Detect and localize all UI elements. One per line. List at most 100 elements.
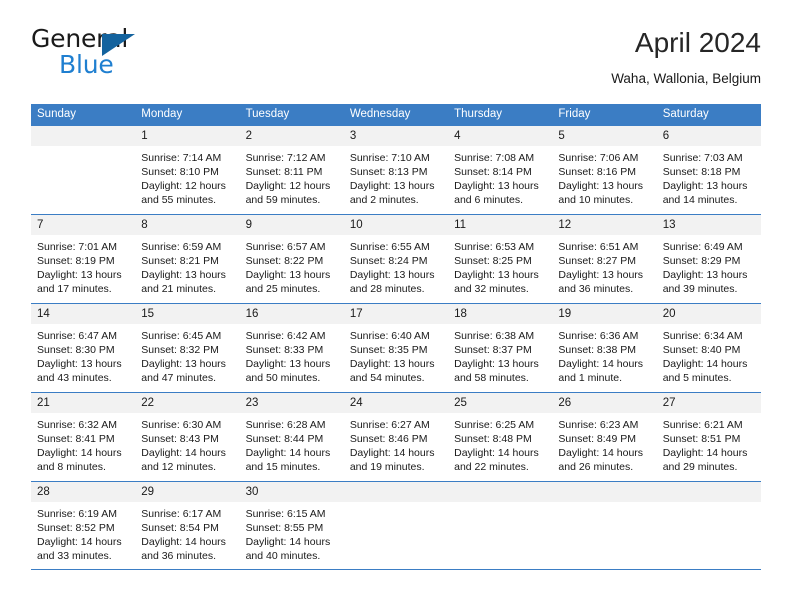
daylight-text: Daylight: 14 hours and 40 minutes. xyxy=(245,536,331,563)
weekday-header-thursday: Thursday xyxy=(454,108,503,120)
day-cell[interactable] xyxy=(343,482,449,569)
sunrise-text: Sunrise: 7:01 AM xyxy=(37,241,117,253)
daylight-text: Daylight: 14 hours and 19 minutes. xyxy=(349,447,435,474)
day-number: 8 xyxy=(135,215,240,235)
day-cell[interactable]: 26 Sunrise: 6:23 AM Sunset: 8:49 PM Dayl… xyxy=(552,393,657,481)
sunrise-text: Sunrise: 6:55 AM xyxy=(349,241,430,253)
sunset-text: Sunset: 8:22 PM xyxy=(245,255,324,268)
daylight-text: Daylight: 14 hours and 29 minutes. xyxy=(662,447,748,474)
day-cell[interactable]: 24 Sunrise: 6:27 AM Sunset: 8:46 PM Dayl… xyxy=(343,393,449,481)
day-info xyxy=(31,146,135,151)
day-info: Sunrise: 6:32 AM Sunset: 8:41 PM Dayligh… xyxy=(31,413,135,474)
day-info: Sunrise: 7:14 AM Sunset: 8:10 PM Dayligh… xyxy=(135,146,239,207)
sunset-text: Sunset: 8:55 PM xyxy=(245,522,324,535)
day-cell[interactable] xyxy=(656,482,761,569)
day-number xyxy=(31,126,136,146)
day-number: 19 xyxy=(552,304,657,324)
sunset-text: Sunset: 8:21 PM xyxy=(141,255,219,268)
day-info xyxy=(448,502,552,507)
day-info: Sunrise: 6:28 AM Sunset: 8:44 PM Dayligh… xyxy=(240,413,344,474)
day-info: Sunrise: 6:21 AM Sunset: 8:51 PM Dayligh… xyxy=(657,413,761,474)
sunrise-text: Sunrise: 6:36 AM xyxy=(558,330,639,342)
daylight-text: Daylight: 14 hours and 26 minutes. xyxy=(558,447,644,474)
day-number: 4 xyxy=(448,126,553,146)
sunrise-text: Sunrise: 6:34 AM xyxy=(662,330,743,342)
day-cell[interactable]: 23 Sunrise: 6:28 AM Sunset: 8:44 PM Dayl… xyxy=(239,393,344,481)
daylight-text: Daylight: 12 hours and 55 minutes. xyxy=(141,180,226,207)
day-cell[interactable]: 9 Sunrise: 6:57 AM Sunset: 8:22 PM Dayli… xyxy=(239,215,344,303)
day-cell[interactable]: 7 Sunrise: 7:01 AM Sunset: 8:19 PM Dayli… xyxy=(31,215,136,303)
day-cell[interactable]: 20 Sunrise: 6:34 AM Sunset: 8:40 PM Dayl… xyxy=(656,304,761,392)
sunrise-text: Sunrise: 6:21 AM xyxy=(662,419,743,431)
day-cell[interactable]: 11 Sunrise: 6:53 AM Sunset: 8:25 PM Dayl… xyxy=(448,215,553,303)
day-cell[interactable]: 3 Sunrise: 7:10 AM Sunset: 8:13 PM Dayli… xyxy=(343,126,449,214)
daylight-text: Daylight: 13 hours and 36 minutes. xyxy=(558,269,644,296)
sunset-text: Sunset: 8:32 PM xyxy=(141,344,219,357)
day-number: 28 xyxy=(31,482,136,502)
day-info: Sunrise: 6:38 AM Sunset: 8:37 PM Dayligh… xyxy=(448,324,552,385)
day-cell[interactable]: 19 Sunrise: 6:36 AM Sunset: 8:38 PM Dayl… xyxy=(552,304,657,392)
general-blue-logo[interactable]: General Blue xyxy=(31,26,291,88)
daylight-text: Daylight: 14 hours and 15 minutes. xyxy=(245,447,331,474)
day-cell[interactable]: 16 Sunrise: 6:42 AM Sunset: 8:33 PM Dayl… xyxy=(239,304,344,392)
day-info: Sunrise: 6:23 AM Sunset: 8:49 PM Dayligh… xyxy=(552,413,656,474)
page-header: General Blue April 2024 Waha, Wallonia, … xyxy=(31,26,761,98)
day-cell[interactable]: 5 Sunrise: 7:06 AM Sunset: 8:16 PM Dayli… xyxy=(552,126,657,214)
day-cell[interactable] xyxy=(552,482,657,569)
daylight-text: Daylight: 12 hours and 59 minutes. xyxy=(245,180,331,207)
day-cell[interactable]: 22 Sunrise: 6:30 AM Sunset: 8:43 PM Dayl… xyxy=(135,393,240,481)
daylight-text: Daylight: 14 hours and 36 minutes. xyxy=(141,536,226,563)
day-number: 29 xyxy=(135,482,240,502)
day-cell[interactable]: 8 Sunrise: 6:59 AM Sunset: 8:21 PM Dayli… xyxy=(135,215,240,303)
day-cell[interactable]: 21 Sunrise: 6:32 AM Sunset: 8:41 PM Dayl… xyxy=(31,393,136,481)
day-cell[interactable]: 18 Sunrise: 6:38 AM Sunset: 8:37 PM Dayl… xyxy=(448,304,553,392)
day-cell[interactable]: 1 Sunrise: 7:14 AM Sunset: 8:10 PM Dayli… xyxy=(135,126,240,214)
weekday-header-row: Sunday Monday Tuesday Wednesday Thursday… xyxy=(31,104,761,125)
day-cell[interactable]: 25 Sunrise: 6:25 AM Sunset: 8:48 PM Dayl… xyxy=(448,393,553,481)
day-number: 24 xyxy=(343,393,449,413)
sunset-text: Sunset: 8:30 PM xyxy=(37,344,115,357)
sunset-text: Sunset: 8:46 PM xyxy=(349,433,428,446)
daylight-text: Daylight: 13 hours and 6 minutes. xyxy=(454,180,539,207)
day-info: Sunrise: 6:19 AM Sunset: 8:52 PM Dayligh… xyxy=(31,502,135,563)
sunset-text: Sunset: 8:18 PM xyxy=(662,166,741,179)
sunrise-text: Sunrise: 6:40 AM xyxy=(349,330,430,342)
day-cell[interactable]: 13 Sunrise: 6:49 AM Sunset: 8:29 PM Dayl… xyxy=(656,215,761,303)
day-number: 7 xyxy=(31,215,136,235)
sunset-text: Sunset: 8:51 PM xyxy=(662,433,741,446)
day-cell[interactable]: 14 Sunrise: 6:47 AM Sunset: 8:30 PM Dayl… xyxy=(31,304,136,392)
sunset-text: Sunset: 8:44 PM xyxy=(245,433,324,446)
day-cell[interactable] xyxy=(448,482,553,569)
daylight-text: Daylight: 13 hours and 39 minutes. xyxy=(662,269,748,296)
day-cell[interactable]: 6 Sunrise: 7:03 AM Sunset: 8:18 PM Dayli… xyxy=(656,126,761,214)
daylight-text: Daylight: 14 hours and 22 minutes. xyxy=(454,447,539,474)
sunset-text: Sunset: 8:52 PM xyxy=(37,522,115,535)
day-cell[interactable]: 15 Sunrise: 6:45 AM Sunset: 8:32 PM Dayl… xyxy=(135,304,240,392)
day-number xyxy=(448,482,553,502)
day-cell[interactable]: 4 Sunrise: 7:08 AM Sunset: 8:14 PM Dayli… xyxy=(448,126,553,214)
day-info: Sunrise: 6:40 AM Sunset: 8:35 PM Dayligh… xyxy=(344,324,448,385)
day-cell[interactable]: 12 Sunrise: 6:51 AM Sunset: 8:27 PM Dayl… xyxy=(552,215,657,303)
day-number: 26 xyxy=(552,393,657,413)
title-block: April 2024 Waha, Wallonia, Belgium xyxy=(611,26,761,89)
day-cell[interactable] xyxy=(31,126,136,214)
daylight-text: Daylight: 13 hours and 58 minutes. xyxy=(454,358,539,385)
sunset-text: Sunset: 8:25 PM xyxy=(454,255,532,268)
sunrise-text: Sunrise: 7:03 AM xyxy=(662,152,743,164)
sunset-text: Sunset: 8:24 PM xyxy=(349,255,428,268)
day-cell[interactable]: 29 Sunrise: 6:17 AM Sunset: 8:54 PM Dayl… xyxy=(135,482,240,569)
day-cell[interactable]: 2 Sunrise: 7:12 AM Sunset: 8:11 PM Dayli… xyxy=(239,126,344,214)
day-cell[interactable]: 10 Sunrise: 6:55 AM Sunset: 8:24 PM Dayl… xyxy=(343,215,449,303)
sunset-text: Sunset: 8:13 PM xyxy=(349,166,428,179)
day-cell[interactable]: 28 Sunrise: 6:19 AM Sunset: 8:52 PM Dayl… xyxy=(31,482,136,569)
sunset-text: Sunset: 8:40 PM xyxy=(662,344,741,357)
day-cell[interactable]: 17 Sunrise: 6:40 AM Sunset: 8:35 PM Dayl… xyxy=(343,304,449,392)
day-cell[interactable]: 27 Sunrise: 6:21 AM Sunset: 8:51 PM Dayl… xyxy=(656,393,761,481)
day-cell[interactable]: 30 Sunrise: 6:15 AM Sunset: 8:55 PM Dayl… xyxy=(239,482,344,569)
day-number: 9 xyxy=(239,215,344,235)
day-info: Sunrise: 6:51 AM Sunset: 8:27 PM Dayligh… xyxy=(552,235,656,296)
calendar-week-row: 1 Sunrise: 7:14 AM Sunset: 8:10 PM Dayli… xyxy=(31,125,761,214)
day-info: Sunrise: 6:30 AM Sunset: 8:43 PM Dayligh… xyxy=(135,413,239,474)
sunset-text: Sunset: 8:27 PM xyxy=(558,255,637,268)
sunrise-text: Sunrise: 7:06 AM xyxy=(558,152,639,164)
